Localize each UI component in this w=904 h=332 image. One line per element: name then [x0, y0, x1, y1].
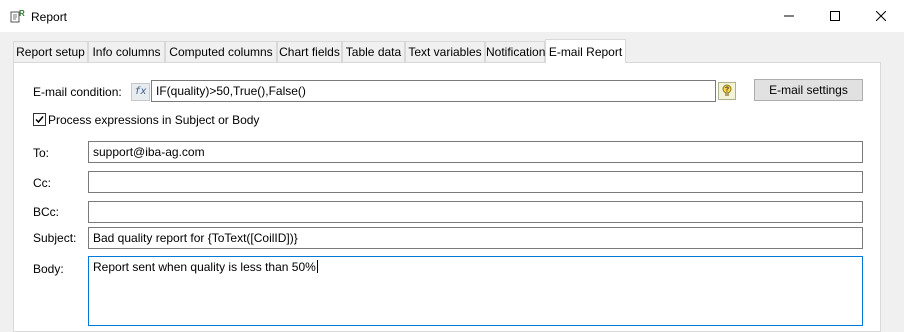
text-caret [316, 260, 318, 273]
email-condition-label: E-mail condition: [33, 85, 122, 99]
tab-report-setup[interactable]: Report setup [13, 41, 88, 62]
subject-input[interactable]: Bad quality report for {ToText([CoilID])… [88, 227, 863, 249]
report-app-icon: R [10, 8, 26, 24]
tab-table-data[interactable]: Table data [342, 41, 405, 62]
close-button[interactable] [858, 0, 904, 31]
close-icon [876, 10, 886, 21]
help-lightbulb-icon: ? [722, 84, 732, 96]
window-title: Report [31, 10, 68, 24]
svg-text:R: R [19, 9, 25, 18]
minimize-icon [784, 15, 794, 16]
process-expressions-label: Process expressions in Subject or Body [48, 113, 260, 127]
tab-notifications[interactable]: Notifications [485, 41, 551, 62]
process-expressions-checkbox[interactable] [33, 113, 46, 126]
tab-chart-fields[interactable]: Chart fields [277, 41, 342, 62]
body-label: Body: [33, 262, 64, 276]
subject-label: Subject: [33, 231, 77, 245]
expression-help-button[interactable]: ? [718, 82, 736, 100]
tab-text-variables[interactable]: Text variables [405, 41, 485, 62]
cc-input[interactable] [88, 171, 863, 193]
maximize-button[interactable] [812, 0, 858, 31]
email-condition-input[interactable]: IF(quality)>50,True(),False() [151, 80, 716, 102]
tab-email-report[interactable]: E-mail Report [545, 39, 626, 63]
to-label: To: [33, 146, 50, 160]
check-icon [35, 116, 44, 124]
to-input[interactable]: support@iba-ag.com [88, 141, 863, 163]
tab-computed-columns[interactable]: Computed columns [165, 41, 277, 62]
maximize-icon [830, 10, 840, 21]
fx-icon[interactable]: fx [131, 83, 150, 101]
svg-text:?: ? [725, 87, 729, 94]
email-settings-button[interactable]: E-mail settings [754, 79, 863, 101]
cc-label: Cc: [33, 176, 51, 190]
tab-info-columns[interactable]: Info columns [88, 41, 165, 62]
minimize-button[interactable] [766, 0, 812, 31]
body-text: Report sent when quality is less than 50… [93, 260, 316, 274]
title-bar: R Report [0, 0, 904, 32]
bcc-input[interactable] [88, 201, 863, 223]
body-textarea[interactable]: Report sent when quality is less than 50… [88, 256, 863, 326]
bcc-label: BCc: [33, 205, 60, 219]
